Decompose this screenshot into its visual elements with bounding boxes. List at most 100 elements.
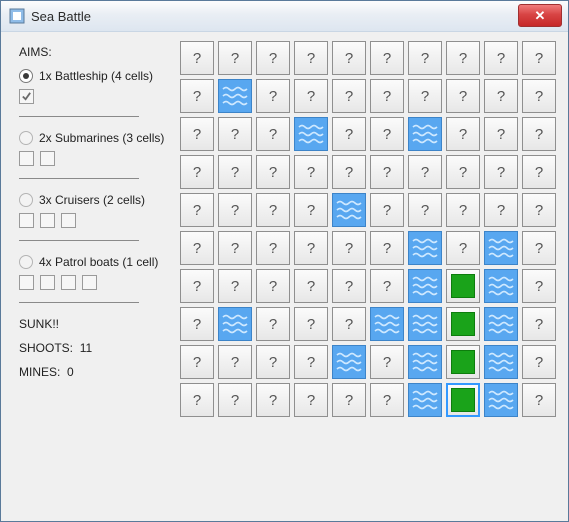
grid-cell-hit[interactable] [446, 307, 480, 341]
grid-cell-unknown[interactable]: ? [446, 117, 480, 151]
grid-cell-unknown[interactable]: ? [408, 41, 442, 75]
grid-cell-unknown[interactable]: ? [522, 383, 556, 417]
close-button[interactable]: ✕ [518, 4, 562, 27]
radio-cruisers[interactable] [19, 193, 33, 207]
grid-cell-unknown[interactable]: ? [294, 307, 328, 341]
grid-cell-unknown[interactable]: ? [218, 193, 252, 227]
grid-cell-unknown[interactable]: ? [218, 117, 252, 151]
grid-cell-unknown[interactable]: ? [180, 383, 214, 417]
grid-cell-unknown[interactable]: ? [370, 345, 404, 379]
radio-battleship[interactable] [19, 69, 33, 83]
aim-battleship[interactable]: 1x Battleship (4 cells) [19, 69, 180, 83]
grid-cell-unknown[interactable]: ? [522, 155, 556, 189]
grid-cell-unknown[interactable]: ? [294, 155, 328, 189]
grid-cell-unknown[interactable]: ? [446, 193, 480, 227]
grid-cell-miss[interactable] [408, 345, 442, 379]
grid-cell-miss[interactable] [370, 307, 404, 341]
grid-cell-unknown[interactable]: ? [522, 41, 556, 75]
grid-cell-unknown[interactable]: ? [332, 117, 366, 151]
grid-cell-unknown[interactable]: ? [370, 193, 404, 227]
grid-cell-unknown[interactable]: ? [522, 193, 556, 227]
grid-cell-miss[interactable] [294, 117, 328, 151]
grid-cell-miss[interactable] [484, 307, 518, 341]
grid-cell-unknown[interactable]: ? [180, 79, 214, 113]
grid-cell-unknown[interactable]: ? [408, 79, 442, 113]
grid-cell-unknown[interactable]: ? [180, 307, 214, 341]
grid-cell-unknown[interactable]: ? [370, 155, 404, 189]
grid-cell-hit[interactable] [446, 383, 480, 417]
grid-cell-unknown[interactable]: ? [446, 79, 480, 113]
aim-patrolboats[interactable]: 4x Patrol boats (1 cell) [19, 255, 180, 269]
grid-cell-unknown[interactable]: ? [180, 269, 214, 303]
grid-cell-unknown[interactable]: ? [180, 193, 214, 227]
grid-cell-unknown[interactable]: ? [180, 231, 214, 265]
grid-cell-unknown[interactable]: ? [484, 193, 518, 227]
grid-cell-unknown[interactable]: ? [446, 155, 480, 189]
grid-cell-unknown[interactable]: ? [180, 41, 214, 75]
grid-cell-unknown[interactable]: ? [484, 41, 518, 75]
grid-cell-hit[interactable] [446, 345, 480, 379]
grid-cell-unknown[interactable]: ? [180, 117, 214, 151]
grid-cell-unknown[interactable]: ? [370, 269, 404, 303]
grid-cell-unknown[interactable]: ? [332, 307, 366, 341]
grid-cell-unknown[interactable]: ? [332, 383, 366, 417]
grid-cell-unknown[interactable]: ? [256, 117, 290, 151]
grid-cell-unknown[interactable]: ? [180, 345, 214, 379]
grid-cell-unknown[interactable]: ? [294, 41, 328, 75]
grid-cell-unknown[interactable]: ? [332, 79, 366, 113]
grid-cell-unknown[interactable]: ? [370, 231, 404, 265]
grid-cell-miss[interactable] [408, 383, 442, 417]
grid-cell-hit[interactable] [446, 269, 480, 303]
radio-patrolboats[interactable] [19, 255, 33, 269]
grid-cell-unknown[interactable]: ? [218, 155, 252, 189]
grid-cell-miss[interactable] [408, 231, 442, 265]
grid-cell-unknown[interactable]: ? [294, 345, 328, 379]
grid-cell-unknown[interactable]: ? [256, 155, 290, 189]
grid-cell-unknown[interactable]: ? [370, 41, 404, 75]
grid-cell-unknown[interactable]: ? [522, 79, 556, 113]
grid-cell-unknown[interactable]: ? [256, 307, 290, 341]
grid-cell-miss[interactable] [332, 193, 366, 227]
radio-submarines[interactable] [19, 131, 33, 145]
grid-cell-miss[interactable] [408, 269, 442, 303]
grid-cell-unknown[interactable]: ? [256, 345, 290, 379]
grid-cell-unknown[interactable]: ? [294, 79, 328, 113]
grid-cell-unknown[interactable]: ? [332, 41, 366, 75]
grid-cell-unknown[interactable]: ? [446, 231, 480, 265]
grid-cell-miss[interactable] [484, 345, 518, 379]
grid-cell-miss[interactable] [218, 307, 252, 341]
grid-cell-unknown[interactable]: ? [256, 41, 290, 75]
grid-cell-miss[interactable] [408, 307, 442, 341]
grid-cell-unknown[interactable]: ? [522, 231, 556, 265]
grid-cell-unknown[interactable]: ? [522, 307, 556, 341]
grid-cell-unknown[interactable]: ? [218, 383, 252, 417]
grid-cell-unknown[interactable]: ? [294, 231, 328, 265]
grid-cell-unknown[interactable]: ? [370, 117, 404, 151]
grid-cell-unknown[interactable]: ? [370, 79, 404, 113]
grid-cell-unknown[interactable]: ? [484, 155, 518, 189]
grid-cell-unknown[interactable]: ? [294, 269, 328, 303]
grid-cell-unknown[interactable]: ? [522, 117, 556, 151]
grid-cell-unknown[interactable]: ? [218, 345, 252, 379]
grid-cell-unknown[interactable]: ? [522, 345, 556, 379]
grid-cell-unknown[interactable]: ? [218, 41, 252, 75]
grid-cell-miss[interactable] [218, 79, 252, 113]
grid-cell-unknown[interactable]: ? [218, 269, 252, 303]
grid-cell-unknown[interactable]: ? [446, 41, 480, 75]
grid-cell-unknown[interactable]: ? [256, 269, 290, 303]
grid-cell-unknown[interactable]: ? [256, 383, 290, 417]
grid-cell-unknown[interactable]: ? [370, 383, 404, 417]
grid-cell-unknown[interactable]: ? [294, 383, 328, 417]
grid-cell-unknown[interactable]: ? [408, 193, 442, 227]
grid-cell-unknown[interactable]: ? [332, 155, 366, 189]
grid-cell-unknown[interactable]: ? [256, 193, 290, 227]
grid-cell-unknown[interactable]: ? [256, 79, 290, 113]
grid-cell-unknown[interactable]: ? [256, 231, 290, 265]
grid-cell-miss[interactable] [332, 345, 366, 379]
aim-submarines[interactable]: 2x Submarines (3 cells) [19, 131, 180, 145]
grid-cell-unknown[interactable]: ? [522, 269, 556, 303]
aim-cruisers[interactable]: 3x Cruisers (2 cells) [19, 193, 180, 207]
grid-cell-unknown[interactable]: ? [294, 193, 328, 227]
grid-cell-unknown[interactable]: ? [180, 155, 214, 189]
grid-cell-unknown[interactable]: ? [332, 269, 366, 303]
